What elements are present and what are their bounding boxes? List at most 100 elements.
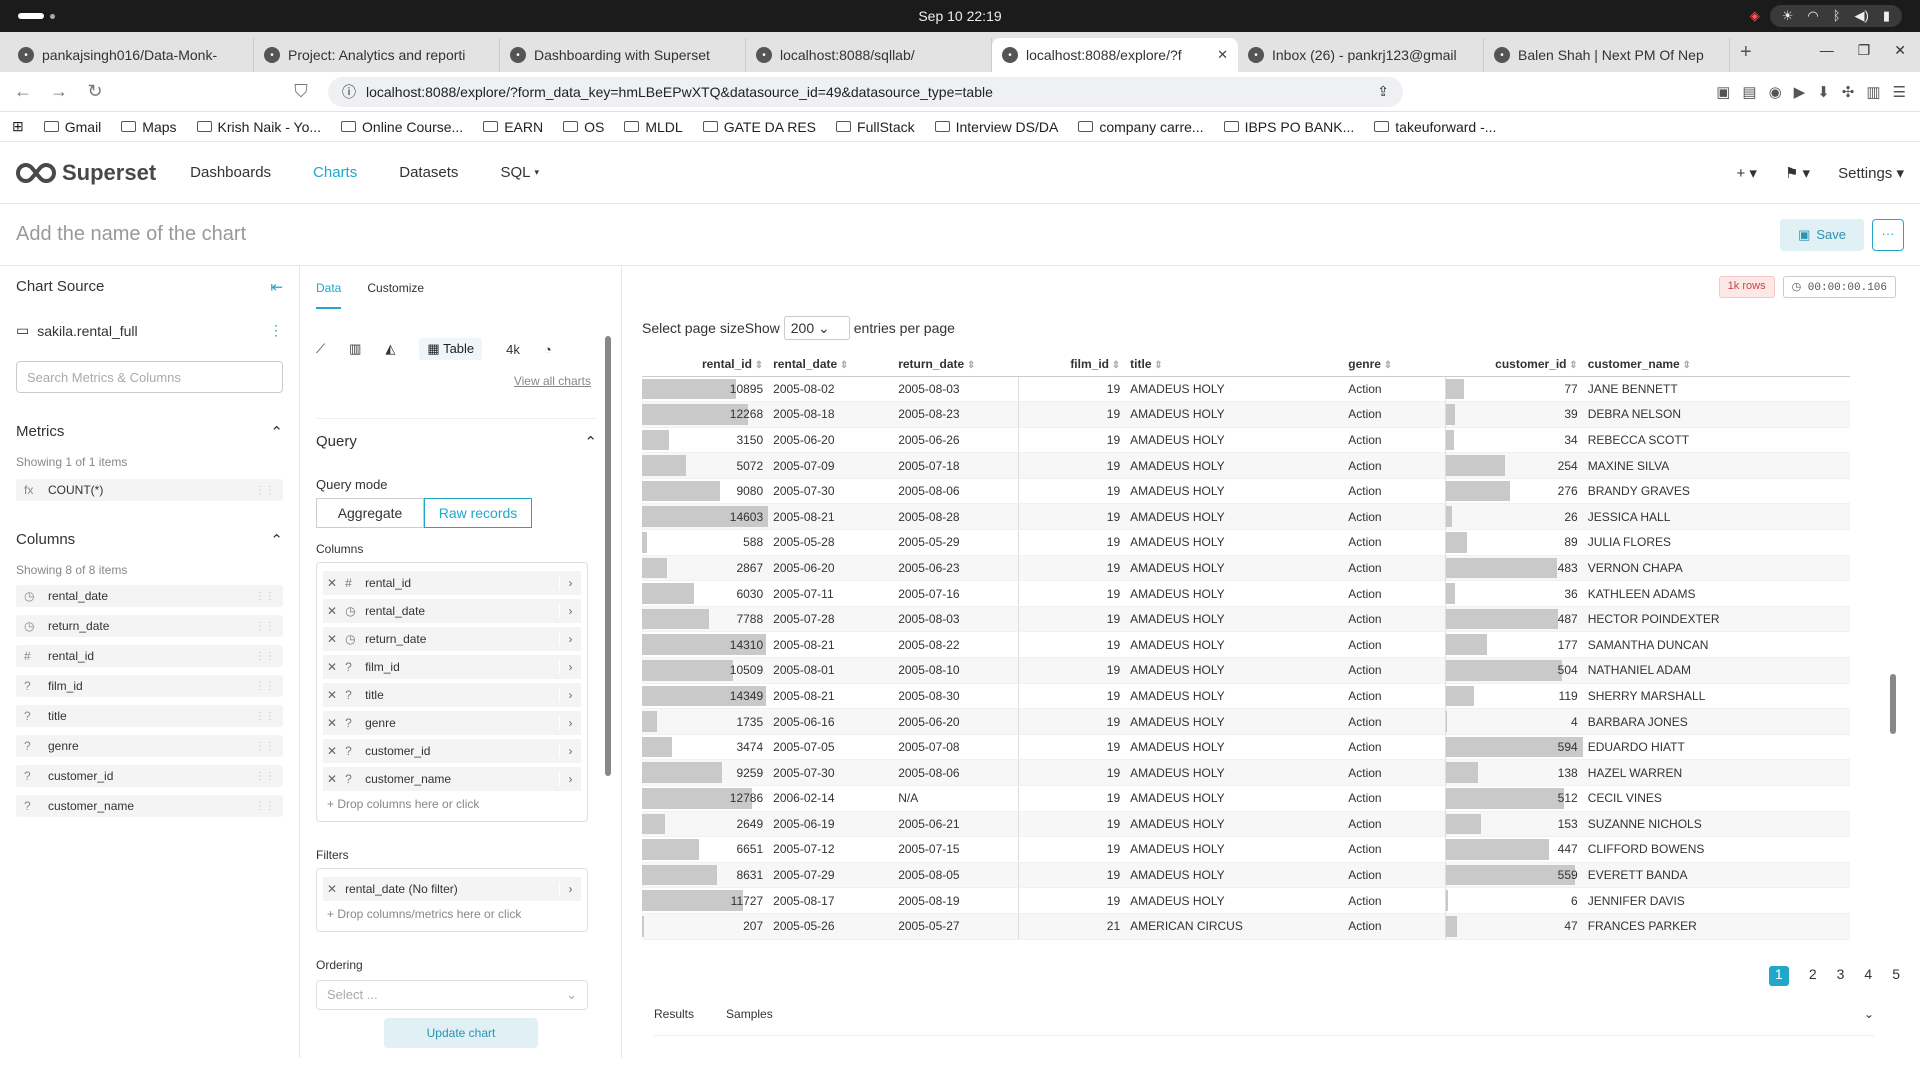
collapse-panel-icon[interactable]: ⇤ [270, 278, 283, 296]
table-row[interactable]: 207 2005-05-26 2005-05-27 21 AMERICAN CIRCUS… [642, 913, 1850, 940]
table-row[interactable]: 10895 2005-08-02 2005-08-03 19 AMADEUS HOLY A… [642, 376, 1850, 403]
extension-icon[interactable]: ▶ [1794, 83, 1806, 101]
pie-chart-icon[interactable]: ◔ [544, 342, 552, 357]
url-field[interactable]: ⓘ localhost:8088/explore/?form_data_key=… [328, 76, 1403, 107]
close-icon[interactable]: ✕ [327, 632, 337, 646]
line-chart-icon[interactable]: ⟋ [316, 341, 325, 357]
nav-sql[interactable]: SQL ▾ [500, 142, 539, 204]
close-icon[interactable]: ✕ [327, 660, 337, 674]
browser-tab[interactable]: • Dashboarding with Superset [500, 38, 746, 72]
close-icon[interactable]: ✕ [327, 716, 337, 730]
column-item[interactable]: ? customer_name ⋮⋮ [16, 795, 283, 817]
bookmark-item[interactable]: OS [563, 119, 604, 135]
drop-columns-hint[interactable]: + Drop columns here or click [327, 797, 577, 811]
column-header[interactable]: customer_id ⇕ [1445, 352, 1583, 377]
table-row[interactable]: 11727 2005-08-17 2005-08-19 19 AMADEUS HOLY A… [642, 887, 1850, 914]
chevron-right-icon[interactable]: › [559, 688, 581, 702]
selected-column-chip[interactable]: ✕? customer_id › [323, 739, 581, 763]
table-row[interactable]: 9080 2005-07-30 2005-08-06 19 AMADEUS HOLY Ac… [642, 478, 1850, 505]
browser-tab[interactable]: • Project: Analytics and reporti [254, 38, 500, 72]
table-row[interactable]: 9259 2005-07-30 2005-08-06 19 AMADEUS HOLY Ac… [642, 759, 1850, 786]
column-header[interactable]: genre ⇕ [1343, 352, 1446, 377]
column-item[interactable]: ? film_id ⋮⋮ [16, 675, 283, 697]
close-icon[interactable]: ✕ [327, 604, 337, 618]
page-button[interactable]: 2 [1809, 966, 1817, 986]
site-info-icon[interactable]: ⓘ [342, 82, 356, 102]
table-row[interactable]: 5072 2005-07-09 2005-07-18 19 AMADEUS HOLY Ac… [642, 452, 1850, 479]
column-item[interactable]: ? customer_id ⋮⋮ [16, 765, 283, 787]
drag-handle-icon[interactable]: ⋮⋮ [255, 741, 275, 752]
extension-icon[interactable]: ◉ [1769, 83, 1782, 101]
clock[interactable]: Sep 10 22:19 [0, 8, 1920, 24]
forward-icon[interactable]: → [50, 81, 68, 102]
drag-handle-icon[interactable]: ⋮⋮ [255, 801, 275, 812]
viz-table[interactable]: ▦ Table [419, 338, 483, 360]
add-icon[interactable]: + ▾ [1736, 164, 1756, 182]
chevron-down-icon[interactable]: ⌄ [1864, 1007, 1874, 1021]
browser-tab[interactable]: • Inbox (26) - pankrj123@gmail [1238, 38, 1484, 72]
chevron-right-icon[interactable]: › [559, 660, 581, 674]
more-options-button[interactable]: ··· [1872, 218, 1904, 251]
column-item[interactable]: ◷ rental_date ⋮⋮ [16, 585, 283, 607]
drop-filters-hint[interactable]: + Drop columns/metrics here or click [327, 907, 577, 921]
mode-aggregate-button[interactable]: Aggregate [316, 498, 424, 528]
bookmark-item[interactable]: Online Course... [341, 119, 463, 135]
bookmark-item[interactable]: Interview DS/DA [934, 119, 1058, 135]
table-row[interactable]: 14349 2005-08-21 2005-08-30 19 AMADEUS HOLY A… [642, 683, 1850, 710]
settings-menu[interactable]: Settings ▾ [1838, 164, 1904, 182]
selected-column-chip[interactable]: ✕? film_id › [323, 655, 581, 679]
page-size-select[interactable]: 200 ⌄ [783, 316, 850, 340]
sort-icon[interactable]: ⇕ [752, 360, 763, 371]
apps-grid-icon[interactable]: ⊞ [12, 118, 24, 135]
extension-icon[interactable]: ⬇ [1817, 83, 1830, 101]
area-chart-icon[interactable]: ◭ [385, 341, 395, 357]
browser-tab[interactable]: • localhost:8088/sqllab/ [746, 38, 992, 72]
table-row[interactable]: 8631 2005-07-29 2005-08-05 19 AMADEUS HOLY Ac… [642, 862, 1850, 889]
tab-results[interactable]: Results [654, 1007, 694, 1021]
dataset-name[interactable]: sakila.rental_full [37, 323, 137, 339]
table-row[interactable]: 3474 2005-07-05 2005-07-08 19 AMADEUS HOLY Ac… [642, 734, 1850, 761]
selected-column-chip[interactable]: ✕ ◷ return_date › [323, 627, 581, 651]
metric-item[interactable]: fx COUNT(*) ⋮⋮ [16, 479, 283, 501]
column-header[interactable]: customer_name ⇕ [1582, 352, 1850, 377]
sort-icon[interactable]: ⇕ [1680, 360, 1691, 371]
view-all-charts-link[interactable]: View all charts [316, 374, 591, 388]
column-header[interactable]: rental_date ⇕ [768, 352, 894, 377]
table-row[interactable]: 12786 2006-02-14 N/A 19 AMADEUS HOLY Action 51… [642, 785, 1850, 812]
theme-icon[interactable]: ⚑ ▾ [1785, 164, 1810, 182]
browser-tab[interactable]: • Balen Shah | Next PM Of Nep [1484, 38, 1730, 72]
drag-handle-icon[interactable]: ⋮⋮ [255, 681, 275, 692]
page-button[interactable]: 1 [1768, 966, 1789, 986]
bookmark-item[interactable]: company carre... [1078, 119, 1204, 135]
bookmark-item[interactable]: FullStack [836, 119, 915, 135]
sort-icon[interactable]: ⇕ [1567, 360, 1577, 371]
bookmark-item[interactable]: MLDL [624, 119, 683, 135]
table-row[interactable]: 10509 2005-08-01 2005-08-10 19 AMADEUS HOLY A… [642, 657, 1850, 684]
table-scrollbar[interactable] [1890, 660, 1896, 1080]
ordering-select[interactable]: Select ... ⌄ [316, 980, 588, 1010]
column-header[interactable]: rental_id ⇕ [642, 352, 769, 377]
close-icon[interactable]: ✕ [327, 882, 337, 896]
minimize-icon[interactable]: — [1820, 42, 1834, 59]
sort-icon[interactable]: ⇕ [964, 360, 975, 371]
reload-icon[interactable]: ↻ [86, 81, 104, 102]
sort-icon[interactable]: ⇕ [1381, 360, 1392, 371]
sidebar-icon[interactable]: ▥ [1866, 83, 1880, 101]
page-button[interactable]: 3 [1837, 966, 1845, 986]
filter-chip[interactable]: ✕ rental_date (No filter) › [323, 877, 581, 901]
selected-column-chip[interactable]: ✕? title › [323, 683, 581, 707]
close-icon[interactable]: ✕ [327, 772, 337, 786]
control-scrollbar[interactable] [605, 326, 613, 986]
column-header[interactable]: return_date ⇕ [893, 352, 1019, 377]
quick-settings[interactable]: ☀ ◠ ᛒ ◀) ▮ [1769, 5, 1902, 27]
chevron-up-icon[interactable]: ⌃ [270, 423, 283, 441]
browser-tab[interactable]: • localhost:8088/explore/?f ✕ [992, 38, 1238, 72]
menu-icon[interactable]: ☰ [1893, 83, 1906, 101]
share-icon[interactable]: ⇪ [1377, 83, 1389, 100]
sort-icon[interactable]: ⇕ [1152, 360, 1162, 371]
chevron-right-icon[interactable]: › [559, 716, 581, 730]
table-row[interactable]: 14310 2005-08-21 2005-08-22 19 AMADEUS HOLY A… [642, 631, 1850, 659]
chevron-right-icon[interactable]: › [559, 744, 581, 758]
close-icon[interactable]: ✕ [327, 576, 337, 590]
selected-column-chip[interactable]: ✕ # rental_id › [323, 571, 581, 595]
